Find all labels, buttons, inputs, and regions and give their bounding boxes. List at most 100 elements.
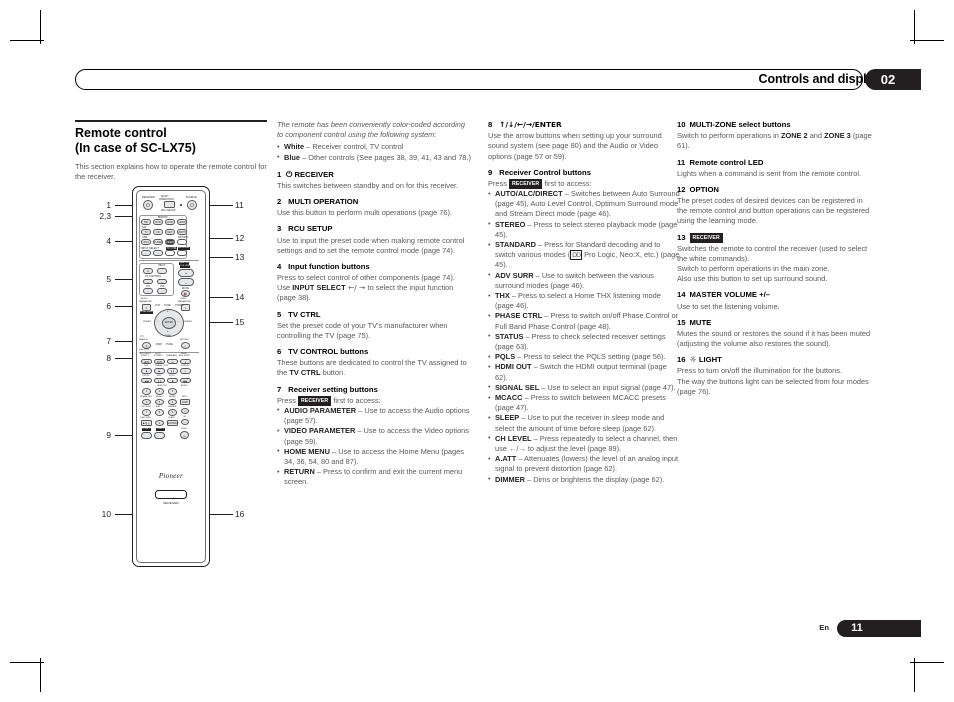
numpad-button-3[interactable]: 3 — [168, 388, 177, 395]
tv-power-button[interactable]: ⏻ — [143, 267, 153, 274]
input-button-dvd[interactable]: DVD — [153, 219, 163, 225]
tv-ch-down-button[interactable]: – — [143, 288, 153, 294]
class-enter-button[interactable]: ENTER — [167, 419, 178, 426]
master-volume-down-button[interactable]: – — [178, 277, 194, 286]
tv-input-button[interactable] — [157, 267, 167, 274]
input-button-adpt[interactable]: ADPT — [177, 229, 187, 235]
source-power-button[interactable]: ⏻ — [187, 200, 197, 210]
numpad-button-5[interactable]: 5 — [155, 398, 164, 405]
tv-vol-down-button[interactable]: – — [157, 288, 167, 294]
input-button-tuner[interactable]: TUNER — [153, 239, 163, 245]
callout-1: 1 — [106, 200, 111, 210]
entry-head: 4 Input function buttons — [277, 262, 473, 273]
stereo-button[interactable]: DVD — [154, 358, 165, 364]
thx-button[interactable]: ■ — [141, 368, 152, 374]
ch-down-button[interactable]: – — [181, 419, 189, 425]
input-button-net[interactable]: NET — [165, 229, 175, 235]
phase-ctrl-button[interactable]: ▶ — [154, 368, 165, 374]
callout-9: 9 — [106, 430, 111, 440]
column-1: Remote control (In case of SC-LX75) This… — [75, 120, 267, 194]
mpx-button[interactable]: ❙❙ — [154, 377, 165, 383]
input-button-ipod[interactable]: iPod — [141, 239, 151, 245]
list-item: AUTO/ALC/DIRECT – Switches between Auto … — [488, 189, 680, 220]
receiver-chip: RECEIVER — [508, 179, 543, 189]
numpad-button-0[interactable]: 0 — [155, 419, 164, 426]
entry-1: 1 ⏻ RECEIVER This switches between standb… — [277, 170, 473, 191]
numpad-button-6[interactable]: 6 — [168, 398, 177, 405]
return-button[interactable]: ↵ — [181, 341, 190, 349]
callout-5: 5 — [106, 274, 111, 284]
master-volume-up-button[interactable]: + — [178, 268, 194, 277]
entry-9-bullets: AUTO/ALC/DIRECT – Switches between Auto … — [488, 189, 680, 485]
zone-3-button[interactable] — [154, 431, 165, 439]
entry-title: Remote control LED — [689, 157, 764, 167]
entry-body-pre: Press — [488, 178, 509, 188]
page-footer: En 11 — [75, 620, 921, 638]
dpad-down-arrow: + — [167, 329, 169, 333]
callout-14: 14 — [235, 292, 245, 302]
light-button[interactable]: ☼ — [180, 431, 189, 439]
mute-button[interactable]: 🔇 — [181, 290, 190, 297]
tv-dtv-button[interactable]: ◀◀ — [141, 377, 152, 383]
receiver-mode-button[interactable] — [177, 250, 187, 256]
numpad-button-1[interactable]: 1 — [142, 388, 151, 395]
label-preset-right: PRESET — [184, 321, 193, 323]
standard-button[interactable]: ◎ — [167, 358, 178, 364]
dpad-right-arrow: → — [177, 319, 180, 323]
numpad-button-2[interactable]: 2 — [155, 388, 164, 395]
info-disp-button[interactable]: DISP — [180, 398, 190, 405]
bullet-bold: SIGNAL SEL — [495, 382, 540, 392]
input-button-video[interactable]: VIDEO — [165, 239, 175, 245]
numpad-button-7[interactable]: 7 — [142, 409, 151, 416]
adv-surr-button[interactable]: ≡ — [180, 358, 191, 364]
input-button-dvr[interactable]: DVR — [165, 219, 175, 225]
tv-vol-up-button[interactable]: + — [157, 278, 167, 284]
label-zone-2: ZONE 2 — [142, 428, 151, 431]
entry-title: LIGHT — [698, 355, 722, 365]
bullet-text: – Other controls (See pages 38, 39, 41, … — [300, 152, 471, 162]
list-item: RETURN – Press to confirm and exit the c… — [277, 467, 473, 487]
input-button-cd[interactable]: CD — [153, 229, 163, 235]
tv-ch-up-button[interactable]: + — [143, 278, 153, 284]
input-button-hdmi[interactable]: HDMI — [177, 219, 187, 225]
extra-button-1[interactable]: ▷ — [180, 368, 191, 374]
option-button[interactable] — [177, 239, 187, 245]
intro-italic: The remote has been conveniently color-c… — [277, 120, 466, 140]
numpad-button-8[interactable]: 8 — [155, 409, 164, 416]
callout-8: 8 — [106, 353, 111, 363]
receiver-power-button[interactable]: ⏻ — [143, 200, 153, 210]
pty-search-button[interactable]: ⚙ — [142, 341, 151, 349]
crop-mark-tr-h — [910, 40, 944, 41]
entry-5: 5 TV CTRL Set the preset code of your TV… — [277, 310, 473, 342]
callout-2-3: 2,3 — [99, 211, 111, 221]
status-button[interactable]: ❙❙ — [167, 368, 178, 374]
input-select-right-button[interactable]: → — [153, 250, 163, 256]
numpad-button-9[interactable]: 9 — [168, 409, 177, 416]
direct-access-button[interactable]: ▶/❙❙ — [141, 419, 152, 426]
entry-body: Lights when a command is sent from the r… — [677, 168, 862, 178]
input-select-left-button[interactable]: ← — [141, 250, 151, 256]
footer-page-number: 11 — [851, 622, 863, 634]
input-button-bd[interactable]: BD — [141, 219, 151, 225]
entry-6: 6 TV CONTROL buttons These buttons are d… — [277, 347, 473, 379]
audio-parameter-button[interactable]: ✕ — [142, 303, 151, 311]
entry-number: 6 — [277, 347, 282, 357]
zone-2-button[interactable] — [141, 431, 152, 439]
dpad-enter-button[interactable]: ENTER — [162, 317, 176, 329]
input-button-tv[interactable]: TV — [141, 229, 151, 235]
auto-alc-direct-button[interactable]: HDD — [141, 358, 152, 364]
numpad-button-4[interactable]: 4 — [142, 398, 151, 405]
tv-ctrl-button[interactable] — [165, 250, 175, 256]
bullet-bold: White — [284, 142, 305, 152]
callout-7: 7 — [106, 336, 111, 346]
leader-14 — [206, 297, 233, 298]
pqls-button[interactable]: ■ — [167, 377, 178, 383]
extra-button-2[interactable]: ▶▶ — [180, 377, 191, 383]
multi-operation-button[interactable] — [164, 201, 175, 208]
entry-13: 13 RECEIVER Switches the remote to contro… — [677, 233, 873, 285]
bullet-text: – Attenuates (lowers) the level of an an… — [495, 454, 679, 474]
label-master-volume-2: VOLUME — [180, 265, 191, 268]
ch-up-button[interactable]: + — [181, 408, 189, 414]
entry-body-mid: and — [807, 131, 825, 141]
callout-13: 13 — [235, 252, 245, 262]
